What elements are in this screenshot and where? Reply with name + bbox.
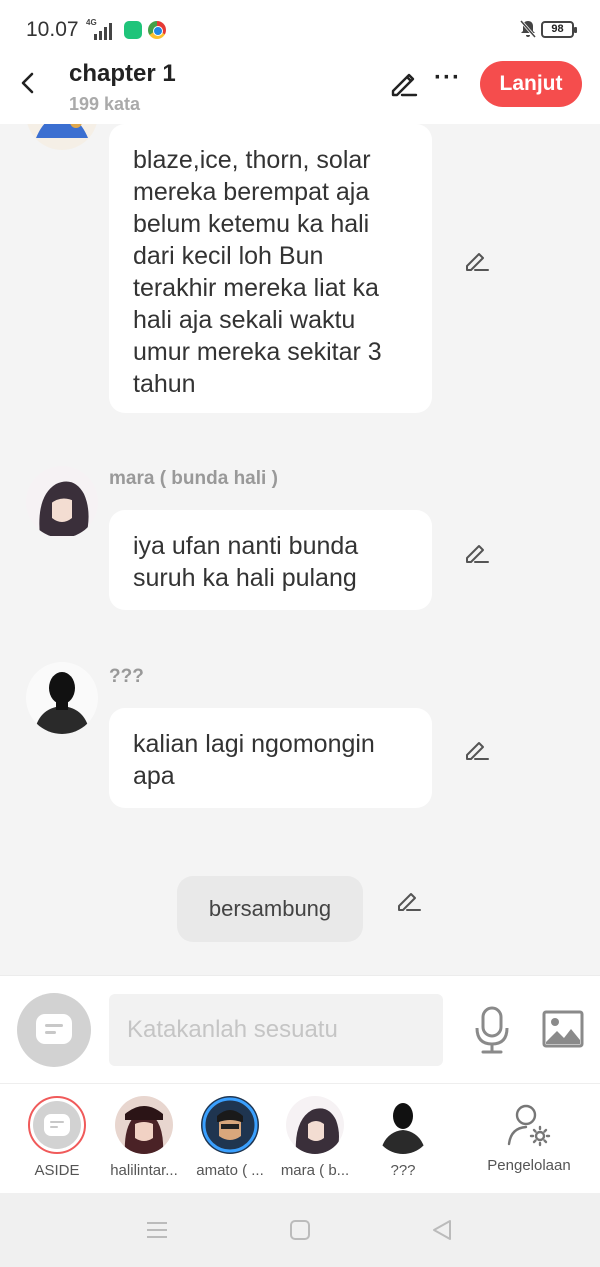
chat-area[interactable]: blaze,ice, thorn, solar mereka berempat … bbox=[0, 124, 600, 975]
chapter-header: chapter 1 199 kata ··· Lanjut bbox=[0, 58, 600, 124]
speaker-name: ??? bbox=[109, 666, 144, 687]
character-item[interactable]: ??? bbox=[356, 1096, 450, 1179]
system-navigation-bar bbox=[0, 1193, 600, 1267]
status-bar: 10.07 4G 98 bbox=[0, 0, 600, 58]
message-bubble[interactable]: kalian lagi ngomongin apa bbox=[109, 708, 432, 808]
manage-characters-button[interactable]: Pengelolaan bbox=[482, 1096, 576, 1174]
status-icons: 4G bbox=[86, 18, 166, 40]
avatar bbox=[374, 1096, 432, 1154]
character-bar: ASIDE halilintar... amato ( ... mara (b… bbox=[0, 1083, 600, 1193]
message-bubble[interactable]: blaze,ice, thorn, solar mereka berempat … bbox=[109, 124, 432, 413]
avatar bbox=[201, 1096, 259, 1154]
character-name: Pengelolaan bbox=[487, 1157, 571, 1174]
aside-toggle-button[interactable] bbox=[17, 993, 91, 1067]
avatar bbox=[286, 1096, 344, 1154]
microphone-icon[interactable] bbox=[474, 1006, 510, 1054]
status-time: 10.07 bbox=[26, 18, 79, 41]
signal-icon: 4G bbox=[86, 18, 118, 40]
next-button[interactable]: Lanjut bbox=[480, 61, 582, 107]
character-item[interactable]: halilintar... bbox=[97, 1096, 191, 1179]
continued-label[interactable]: bersambung bbox=[177, 876, 363, 942]
page-title: chapter 1 bbox=[69, 60, 176, 87]
word-count: 199 kata bbox=[69, 94, 141, 114]
character-name: ??? bbox=[390, 1162, 416, 1179]
speaker-name: mara ( bunda hali ) bbox=[109, 468, 278, 489]
edit-message-icon[interactable] bbox=[394, 886, 422, 914]
character-name: amato ( ... bbox=[196, 1162, 264, 1179]
image-icon[interactable] bbox=[542, 1010, 584, 1048]
chrome-icon bbox=[148, 21, 166, 39]
character-name: halilintar... bbox=[110, 1162, 178, 1179]
avatar[interactable] bbox=[26, 124, 98, 150]
chat-bubble-icon bbox=[36, 1014, 72, 1044]
character-item[interactable]: amato ( ... bbox=[183, 1096, 277, 1179]
edit-message-icon[interactable] bbox=[462, 246, 490, 274]
user-settings-icon bbox=[507, 1104, 551, 1147]
more-icon[interactable]: ··· bbox=[434, 64, 461, 92]
menu-icon[interactable] bbox=[145, 1218, 169, 1242]
edit-message-icon[interactable] bbox=[462, 735, 490, 763]
app-notification-icon bbox=[124, 21, 142, 39]
character-item[interactable]: mara ( b... bbox=[268, 1096, 362, 1179]
battery-indicator: 98 bbox=[541, 21, 577, 38]
avatar[interactable] bbox=[26, 662, 98, 734]
avatar bbox=[115, 1096, 173, 1154]
message-bubble[interactable]: iya ufan nanti bunda suruh ka hali pulan… bbox=[109, 510, 432, 610]
back-arrow-icon[interactable] bbox=[14, 68, 44, 98]
message-input[interactable] bbox=[109, 994, 443, 1066]
edit-message-icon[interactable] bbox=[462, 538, 490, 566]
character-name: mara ( b... bbox=[280, 1162, 350, 1179]
pencil-icon[interactable] bbox=[388, 68, 418, 98]
avatar[interactable] bbox=[26, 466, 98, 538]
chat-bubble-icon bbox=[44, 1114, 70, 1136]
back-icon[interactable] bbox=[430, 1218, 454, 1242]
composer bbox=[0, 975, 600, 1083]
home-icon[interactable] bbox=[288, 1218, 312, 1242]
muted-bell-icon bbox=[520, 20, 536, 38]
character-name: ASIDE bbox=[34, 1162, 80, 1179]
character-aside[interactable]: ASIDE bbox=[10, 1096, 104, 1179]
